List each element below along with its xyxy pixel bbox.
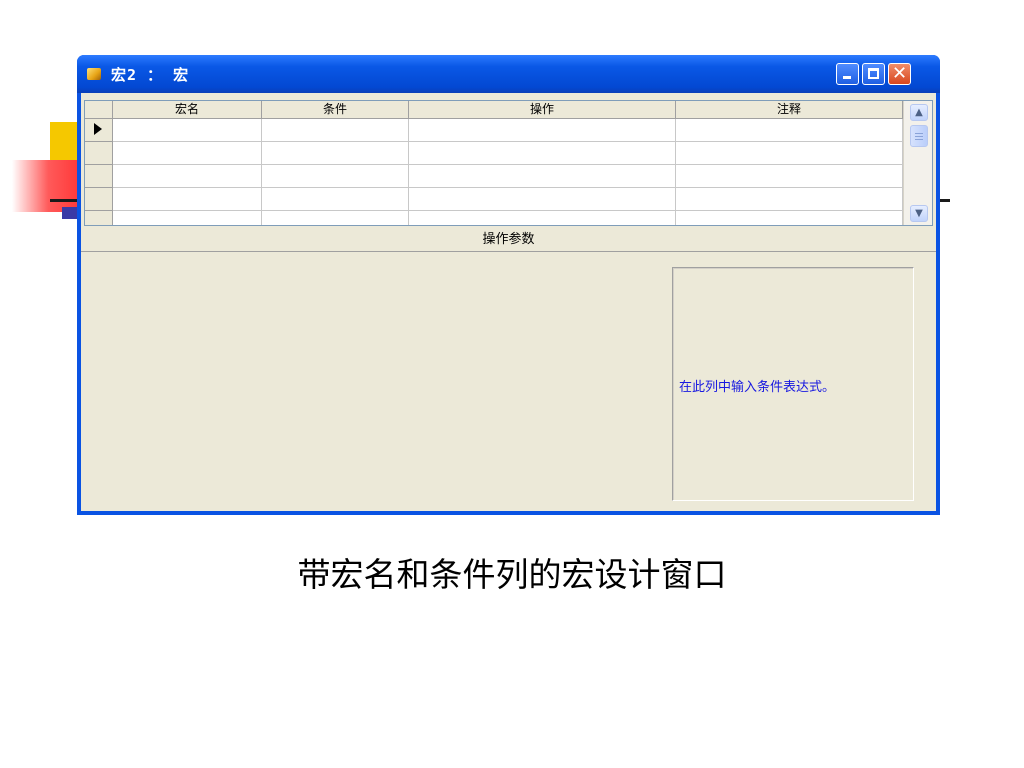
cell-action[interactable] (409, 142, 676, 165)
cell-condition[interactable] (262, 119, 409, 142)
cell-macro-name[interactable] (113, 211, 262, 225)
cell-comment[interactable] (676, 165, 903, 188)
help-text: 在此列中输入条件表达式。 (679, 380, 836, 395)
minimize-button[interactable] (836, 63, 859, 85)
window-title: 宏2 ： 宏 (111, 66, 190, 84)
cell-action[interactable] (409, 165, 676, 188)
macro-grid: 宏名 条件 操作 注释 ▲ ▼ (84, 100, 933, 226)
cell-action[interactable] (409, 211, 676, 225)
column-header-condition[interactable]: 条件 (262, 101, 409, 119)
slide-decoration-red-square (12, 160, 78, 212)
macro-icon (87, 68, 101, 80)
cell-condition[interactable] (262, 188, 409, 211)
cell-condition[interactable] (262, 211, 409, 225)
close-icon: ✕ (891, 63, 908, 84)
cell-condition[interactable] (262, 142, 409, 165)
help-box: 在此列中输入条件表达式。 (672, 267, 914, 501)
cell-comment[interactable] (676, 142, 903, 165)
vertical-scrollbar[interactable]: ▲ ▼ (903, 101, 932, 225)
close-button[interactable]: ✕ (888, 63, 911, 85)
grip-line (915, 139, 923, 140)
cell-comment[interactable] (676, 119, 903, 142)
macro-design-window: 宏2 ： 宏 ✕ 宏名 条件 操作 注释 ▲ ▼ 操作参数 在此列中输入条件表达… (77, 55, 940, 515)
cell-macro-name[interactable] (113, 142, 262, 165)
scroll-up-button[interactable]: ▲ (910, 104, 928, 121)
grid-corner[interactable] (85, 101, 113, 119)
slide-caption: 带宏名和条件列的宏设计窗口 (297, 555, 727, 594)
row-selector[interactable] (85, 165, 113, 188)
chevron-down-icon: ▼ (915, 208, 923, 219)
title-bar[interactable]: 宏2 ： 宏 ✕ (77, 55, 940, 93)
row-selector[interactable] (85, 119, 113, 142)
action-arguments-header: 操作参数 (81, 228, 936, 252)
cell-action[interactable] (409, 188, 676, 211)
minimize-icon (843, 76, 851, 79)
grip-line (915, 133, 923, 134)
row-selector[interactable] (85, 211, 113, 225)
chevron-up-icon: ▲ (915, 107, 923, 118)
cell-comment[interactable] (676, 211, 903, 225)
cell-macro-name[interactable] (113, 119, 262, 142)
column-header-macro-name[interactable]: 宏名 (113, 101, 262, 119)
cell-macro-name[interactable] (113, 188, 262, 211)
maximize-icon (868, 68, 879, 79)
row-selector[interactable] (85, 142, 113, 165)
scrollbar-thumb[interactable] (910, 125, 928, 147)
column-header-action[interactable]: 操作 (409, 101, 676, 119)
action-arguments-panel: 在此列中输入条件表达式。 (81, 253, 936, 511)
cell-macro-name[interactable] (113, 165, 262, 188)
current-row-arrow-icon (94, 123, 102, 135)
cell-condition[interactable] (262, 165, 409, 188)
row-selector[interactable] (85, 188, 113, 211)
column-header-comment[interactable]: 注释 (676, 101, 903, 119)
cell-comment[interactable] (676, 188, 903, 211)
cell-action[interactable] (409, 119, 676, 142)
maximize-button[interactable] (862, 63, 885, 85)
scroll-down-button[interactable]: ▼ (910, 205, 928, 222)
window-client-area: 宏名 条件 操作 注释 ▲ ▼ 操作参数 在此列中输入条件表达式。 (81, 93, 936, 511)
grip-line (915, 136, 923, 137)
